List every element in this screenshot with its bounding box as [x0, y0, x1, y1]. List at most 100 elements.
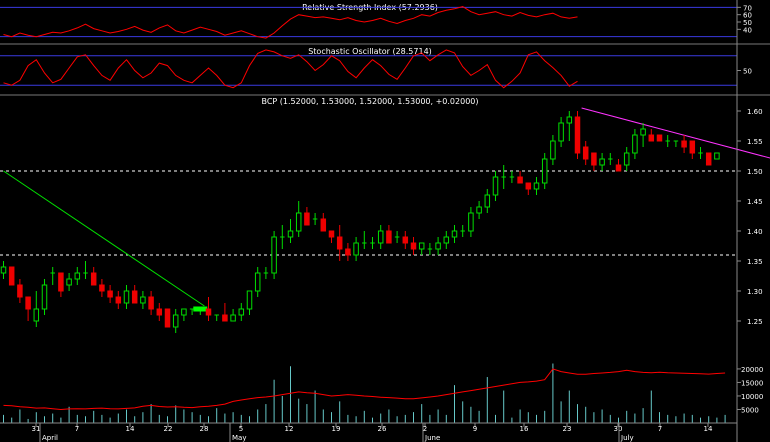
candle-body [58, 272, 64, 292]
y-tick-label: 1.35 [747, 258, 763, 266]
candle-body [33, 308, 40, 322]
candle [574, 111, 581, 159]
stochastic-title: Stochastic Oscillator (28.5714) [308, 47, 432, 56]
candle-body [205, 308, 212, 316]
candle-body [140, 296, 146, 304]
y-tick-label: 20000 [741, 366, 763, 374]
candle-body [402, 236, 409, 244]
x-tick-label: 7 [658, 425, 662, 433]
candle-body [656, 134, 663, 142]
candle [164, 308, 171, 328]
candle-body [320, 218, 327, 232]
chart-background [0, 0, 770, 442]
x-tick-label: 23 [563, 425, 572, 433]
candle-body [582, 146, 589, 160]
candle-body [304, 212, 310, 226]
y-tick-label: 5000 [741, 406, 759, 414]
candle-body [714, 152, 720, 160]
month-label: June [424, 434, 440, 442]
candle-body [90, 272, 97, 286]
candle-body [41, 284, 48, 310]
candle-body [353, 242, 359, 256]
candle-body [418, 242, 425, 250]
candle-body [287, 230, 294, 238]
x-tick-label: 30 [614, 425, 623, 433]
candle-body [0, 266, 7, 274]
candle-body [66, 278, 72, 286]
x-tick-label: 7 [75, 425, 79, 433]
candle-body [435, 242, 441, 250]
y-tick-label: 1.40 [747, 228, 763, 236]
candle-body [550, 140, 556, 160]
candle [705, 152, 712, 166]
candle-body [181, 308, 187, 316]
y-tick-label: 1.30 [747, 288, 763, 296]
candle-body [172, 314, 179, 328]
x-tick-label: 9 [473, 425, 477, 433]
y-tick-label: 1.55 [747, 138, 763, 146]
candle [8, 266, 15, 286]
candle-body [558, 122, 564, 142]
candle-body [443, 236, 450, 244]
candle-body [681, 140, 687, 148]
candle-body [640, 128, 646, 136]
candle-body [107, 290, 113, 298]
candle-body [476, 206, 482, 214]
month-label: April [42, 434, 58, 442]
candle-body [468, 212, 474, 232]
candle [271, 231, 277, 279]
candle-body [689, 140, 696, 154]
x-tick-label: 14 [126, 425, 135, 433]
y-tick-label: 40 [743, 26, 752, 34]
candle-body [705, 152, 712, 166]
candle-body [386, 230, 392, 244]
y-tick-label: 10000 [741, 393, 763, 401]
candle-body [131, 290, 138, 304]
candle-body [533, 182, 540, 190]
candle-body [271, 236, 277, 274]
month-label: May [232, 434, 246, 442]
candle-body [8, 266, 15, 286]
x-tick-label: 16 [520, 425, 529, 433]
candle-body [541, 158, 548, 184]
candle-body [615, 164, 622, 172]
y-tick-label: 15000 [741, 379, 763, 387]
candle-body [591, 152, 597, 166]
candle-body [115, 296, 122, 304]
candle-body [566, 116, 573, 124]
candle-body [148, 296, 154, 310]
candle-body [230, 314, 236, 322]
x-tick-label: 26 [378, 425, 387, 433]
y-tick-label: 50 [743, 68, 752, 76]
candle-body [295, 212, 302, 232]
x-tick-label: 22 [164, 425, 173, 433]
candle-body [623, 152, 630, 166]
stock-chart: Relative Strength Index (57.2936) 706050… [0, 0, 770, 442]
price-title: BCP (1.52000, 1.53000, 1.52000, 1.53000,… [262, 97, 479, 106]
candle [714, 152, 720, 160]
candle-body [74, 272, 81, 280]
candle-body [410, 242, 417, 250]
candle-body [377, 230, 384, 244]
candle-body [632, 134, 638, 154]
candle-body [123, 290, 130, 304]
candle-body [345, 248, 351, 256]
y-tick-label: 1.50 [747, 168, 763, 176]
candle-body [25, 296, 31, 310]
candle-body [246, 290, 253, 310]
candle-body [336, 236, 343, 250]
candle-body [164, 308, 171, 328]
candle-body [99, 284, 105, 292]
candle-body [599, 158, 605, 166]
y-tick-label: 1.45 [747, 198, 763, 206]
candle [656, 134, 663, 142]
candle-body [238, 308, 245, 316]
candle-body [648, 134, 655, 142]
x-tick-label: 28 [200, 425, 209, 433]
candle-body [156, 308, 163, 316]
x-tick-label: 5 [239, 425, 243, 433]
candle-body [451, 230, 458, 238]
candle-body [222, 314, 228, 322]
x-tick-label: 12 [285, 425, 294, 433]
candle-body [328, 230, 335, 238]
